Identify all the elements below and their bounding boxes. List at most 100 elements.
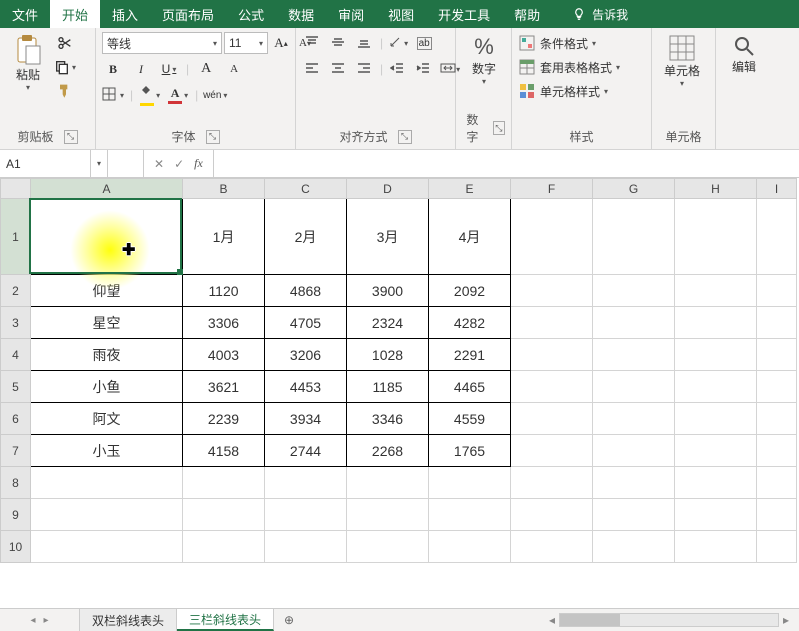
cell-A2[interactable]: 仰望	[31, 275, 183, 307]
cell-C7[interactable]: 2744	[265, 435, 347, 467]
cell-E1[interactable]: 4月	[429, 199, 511, 275]
row-header-10[interactable]: 10	[1, 531, 31, 563]
cell-D3[interactable]: 2324	[347, 307, 429, 339]
underline-button[interactable]: U▾	[158, 58, 180, 80]
wrap-text-button[interactable]: ab	[413, 32, 435, 54]
cell-C6[interactable]: 3934	[265, 403, 347, 435]
cell-A1[interactable]	[31, 199, 183, 275]
tab-file[interactable]: 文件	[0, 0, 50, 28]
cell-A5[interactable]: 小鱼	[31, 371, 183, 403]
cell-C2[interactable]: 4868	[265, 275, 347, 307]
cell-B2[interactable]: 1120	[183, 275, 265, 307]
row-header-5[interactable]: 5	[1, 371, 31, 403]
orientation-button[interactable]: ▾	[387, 32, 409, 54]
col-header-H[interactable]: H	[675, 179, 757, 199]
cell-D2[interactable]: 3900	[347, 275, 429, 307]
cell-D6[interactable]: 3346	[347, 403, 429, 435]
cell-E5[interactable]: 4465	[429, 371, 511, 403]
clipboard-dialog-launcher[interactable]: ⤡	[64, 130, 78, 144]
tab-review[interactable]: 审阅	[326, 0, 376, 28]
cell-B3[interactable]: 3306	[183, 307, 265, 339]
cell-H1[interactable]	[675, 199, 757, 275]
sheet-nav-next-icon[interactable]: ▸	[44, 615, 49, 626]
cell-B1[interactable]: 1月	[183, 199, 265, 275]
cell-A6[interactable]: 阿文	[31, 403, 183, 435]
cell-C3[interactable]: 4705	[265, 307, 347, 339]
format-painter-button[interactable]	[54, 80, 76, 102]
cell-A8[interactable]	[31, 467, 183, 499]
row-header-6[interactable]: 6	[1, 403, 31, 435]
select-all-corner[interactable]	[1, 179, 31, 199]
insert-function-button[interactable]: fx	[194, 156, 203, 171]
conditional-formatting-button[interactable]: 条件格式▾	[518, 32, 596, 54]
cell-C4[interactable]: 3206	[265, 339, 347, 371]
sheet-tab-1[interactable]: 双栏斜线表头	[80, 609, 177, 631]
name-box-dropdown-icon[interactable]: ▾	[90, 150, 101, 177]
cell-D4[interactable]: 1028	[347, 339, 429, 371]
tab-help[interactable]: 帮助	[502, 0, 552, 28]
row-header-1[interactable]: 1	[1, 199, 31, 275]
find-select-button[interactable]: 编辑	[722, 32, 766, 76]
sheet-nav-prev-icon[interactable]: ◂	[30, 615, 35, 626]
col-header-C[interactable]: C	[265, 179, 347, 199]
worksheet-grid[interactable]: A B C D E F G H I 1 1月 2月 3月 4月 2 仰望1120…	[0, 178, 799, 608]
cell-B4[interactable]: 4003	[183, 339, 265, 371]
format-as-table-button[interactable]: 套用表格格式▾	[518, 56, 620, 78]
col-header-E[interactable]: E	[429, 179, 511, 199]
col-header-D[interactable]: D	[347, 179, 429, 199]
cell-E4[interactable]: 2291	[429, 339, 511, 371]
align-top-button[interactable]	[302, 32, 324, 54]
cell-C5[interactable]: 4453	[265, 371, 347, 403]
cell-B5[interactable]: 3621	[183, 371, 265, 403]
cell-A7[interactable]: 小玉	[31, 435, 183, 467]
row-header-4[interactable]: 4	[1, 339, 31, 371]
font-dialog-launcher[interactable]: ⤡	[206, 130, 220, 144]
cell-G1[interactable]	[593, 199, 675, 275]
phonetic-button[interactable]: wén▾	[204, 84, 226, 106]
sheet-nav[interactable]: ◂ ▸	[0, 609, 80, 631]
italic-button[interactable]: I	[130, 58, 152, 80]
row-header-2[interactable]: 2	[1, 275, 31, 307]
align-bottom-button[interactable]	[354, 32, 376, 54]
cells-format-button[interactable]: 单元格 ▾	[658, 32, 706, 90]
cell-E6[interactable]: 4559	[429, 403, 511, 435]
copy-button[interactable]: ▾	[54, 56, 76, 78]
borders-button[interactable]: ▾	[102, 84, 124, 106]
cell-A10[interactable]	[31, 531, 183, 563]
cell-A4[interactable]: 雨夜	[31, 339, 183, 371]
enter-formula-button[interactable]: ✓	[174, 157, 184, 171]
align-right-button[interactable]	[354, 58, 376, 80]
col-header-F[interactable]: F	[511, 179, 593, 199]
row-header-9[interactable]: 9	[1, 499, 31, 531]
paste-dropdown-icon[interactable]: ▾	[26, 83, 30, 92]
alignment-dialog-launcher[interactable]: ⤡	[398, 130, 412, 144]
name-box[interactable]: A1 ▾	[0, 150, 108, 177]
col-header-I[interactable]: I	[757, 179, 797, 199]
col-header-B[interactable]: B	[183, 179, 265, 199]
tab-data[interactable]: 数据	[276, 0, 326, 28]
add-sheet-button[interactable]: ⊕	[274, 609, 304, 631]
tell-me[interactable]: 告诉我	[562, 0, 638, 28]
decrease-indent-button[interactable]	[387, 58, 409, 80]
font-grow-a[interactable]: A	[195, 58, 217, 80]
tab-page-layout[interactable]: 页面布局	[150, 0, 226, 28]
row-header-8[interactable]: 8	[1, 467, 31, 499]
col-header-G[interactable]: G	[593, 179, 675, 199]
tab-home[interactable]: 开始	[50, 0, 100, 28]
cell-D1[interactable]: 3月	[347, 199, 429, 275]
cell-E3[interactable]: 4282	[429, 307, 511, 339]
percent-style-button[interactable]: % 数字 ▾	[462, 32, 506, 88]
row-header-7[interactable]: 7	[1, 435, 31, 467]
sheet-tab-2[interactable]: 三栏斜线表头	[177, 609, 274, 631]
tab-view[interactable]: 视图	[376, 0, 426, 28]
align-middle-button[interactable]	[328, 32, 350, 54]
cell-D5[interactable]: 1185	[347, 371, 429, 403]
cell-styles-button[interactable]: 单元格样式▾	[518, 80, 608, 102]
tab-formulas[interactable]: 公式	[226, 0, 276, 28]
cut-button[interactable]	[54, 32, 76, 54]
cell-D7[interactable]: 2268	[347, 435, 429, 467]
increase-indent-button[interactable]	[413, 58, 435, 80]
font-color-button[interactable]: A▾	[167, 84, 189, 106]
align-left-button[interactable]	[302, 58, 324, 80]
cancel-formula-button[interactable]: ✕	[154, 157, 164, 171]
